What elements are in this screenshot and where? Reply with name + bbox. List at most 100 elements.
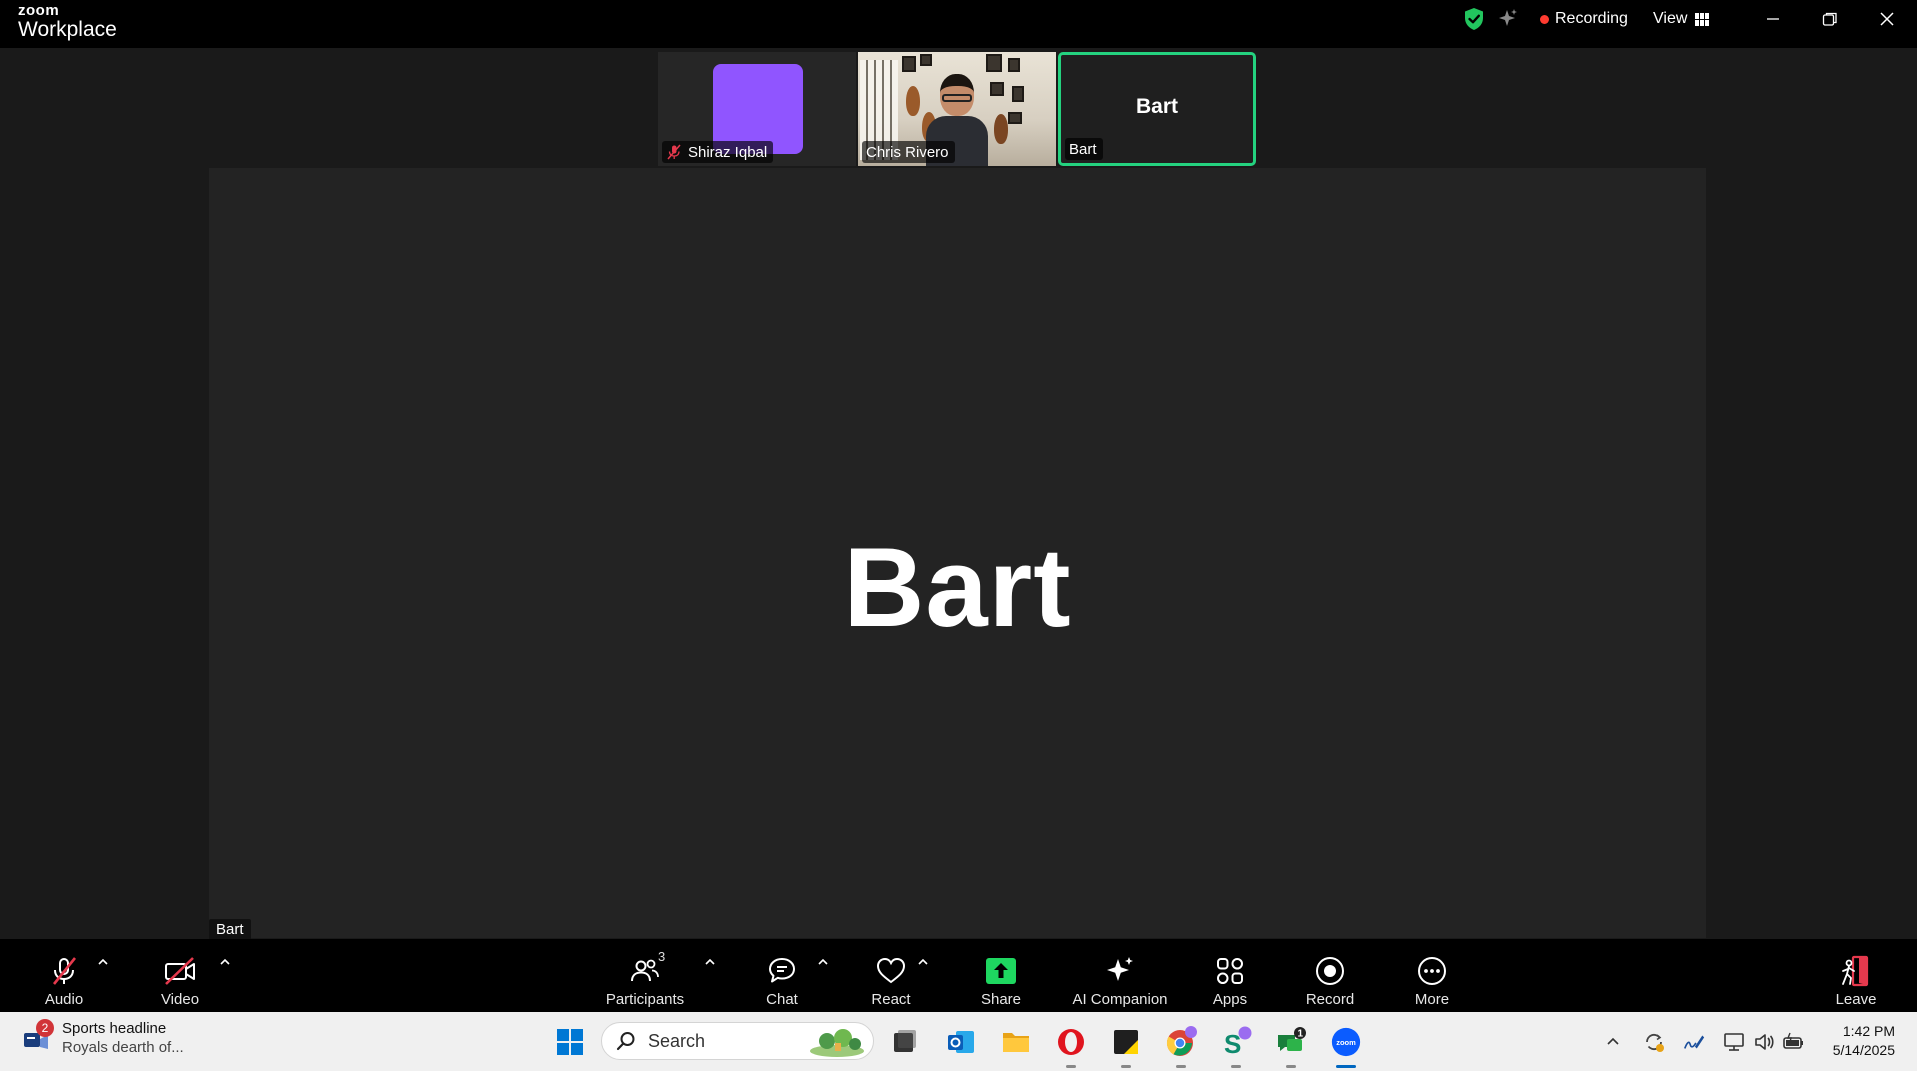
ai-companion-label: AI Companion xyxy=(1072,991,1168,1008)
outlook-app-button[interactable] xyxy=(945,1026,977,1058)
show-hidden-icons-button[interactable] xyxy=(1601,1030,1625,1054)
skype-icon: S xyxy=(1224,1026,1252,1058)
minimize-button[interactable] xyxy=(1753,4,1793,34)
more-button[interactable]: More xyxy=(1410,939,1454,1012)
ai-sparkle-icon[interactable] xyxy=(1497,8,1519,30)
record-button[interactable]: Record xyxy=(1302,939,1358,1012)
chat-options-chevron-up-icon[interactable] xyxy=(816,955,830,969)
participant-name: Bart xyxy=(1069,140,1097,158)
chrome-icon xyxy=(1166,1026,1197,1056)
title-bar: zoom Workplace Recording View xyxy=(0,0,1917,48)
chat-bubble-icon xyxy=(769,958,795,983)
participant-name: Chris Rivero xyxy=(866,143,949,161)
more-ellipsis-icon xyxy=(1418,957,1446,985)
opera-icon xyxy=(1058,1029,1084,1055)
search-highlight-illustration-icon xyxy=(810,1029,864,1057)
zoom-app-button[interactable]: zoom xyxy=(1330,1026,1362,1068)
meeting-stage: Shiraz Iqbal Chris Rivero Bart Bart Bart… xyxy=(0,48,1917,940)
news-subtitle: Royals dearth of... xyxy=(62,1039,184,1056)
folder-icon xyxy=(1003,1033,1029,1052)
share-button[interactable]: Share xyxy=(978,939,1024,1012)
restore-icon xyxy=(1822,12,1837,26)
audio-button[interactable]: Audio xyxy=(42,939,86,1012)
system-clock[interactable]: 1:42 PM 5/14/2025 xyxy=(1833,1022,1895,1060)
leave-door-icon xyxy=(1842,955,1869,987)
teams-chat-button[interactable]: 1 xyxy=(1275,1026,1307,1068)
battery-charging-icon xyxy=(1783,1032,1803,1049)
logo-zoom-text: zoom xyxy=(18,2,60,19)
restore-button[interactable] xyxy=(1810,4,1850,34)
security-shield-icon[interactable] xyxy=(1463,7,1485,31)
windows-taskbar: 2 Sports headline Royals dearth of... Se… xyxy=(0,1012,1917,1071)
apps-button[interactable]: Apps xyxy=(1208,939,1252,1012)
active-speaker-name: Bart xyxy=(843,525,1072,650)
taskbar-search-box[interactable]: Search xyxy=(601,1022,874,1060)
svg-text:zoom: zoom xyxy=(1336,1038,1356,1047)
running-indicator xyxy=(1176,1065,1186,1068)
video-options-chevron-up-icon[interactable] xyxy=(218,955,232,969)
leave-button[interactable]: Leave xyxy=(1834,939,1878,1012)
pen-handwriting-icon xyxy=(1683,1035,1705,1049)
opera-browser-button[interactable] xyxy=(1055,1026,1087,1068)
participants-icon xyxy=(631,959,659,982)
running-indicator xyxy=(1286,1065,1296,1068)
react-options-chevron-up-icon[interactable] xyxy=(916,955,930,969)
react-button[interactable]: React xyxy=(866,939,916,1012)
recording-indicator[interactable]: Recording xyxy=(1540,9,1628,29)
participant-tile-chris[interactable]: Chris Rivero xyxy=(858,52,1056,166)
chrome-browser-button[interactable] xyxy=(1165,1026,1197,1068)
running-indicator xyxy=(1121,1065,1131,1068)
audio-options-chevron-up-icon[interactable] xyxy=(96,955,110,969)
participants-count: 3 xyxy=(658,949,666,964)
participant-tile-bart[interactable]: Bart Bart xyxy=(1058,52,1256,166)
active-speaker-view: Bart Bart xyxy=(209,168,1706,940)
active-speaker-name-tag: Bart xyxy=(209,919,251,940)
ai-companion-button[interactable]: AI Companion xyxy=(1070,939,1170,1012)
search-placeholder: Search xyxy=(648,1030,706,1051)
participant-strip: Shiraz Iqbal Chris Rivero Bart Bart xyxy=(658,52,1256,166)
heart-react-icon xyxy=(876,957,906,984)
video-label: Video xyxy=(160,991,200,1008)
sync-tray-button[interactable] xyxy=(1642,1030,1666,1054)
zoom-workplace-logo: zoom Workplace xyxy=(18,3,117,40)
video-button[interactable]: Video xyxy=(158,939,202,1012)
logo-workplace-text: Workplace xyxy=(18,18,117,41)
volume-tray-button[interactable] xyxy=(1752,1030,1776,1054)
share-label: Share xyxy=(980,991,1022,1008)
recording-dot-icon xyxy=(1540,14,1549,24)
battery-tray-button[interactable] xyxy=(1782,1030,1806,1054)
close-window-button[interactable] xyxy=(1867,4,1907,34)
audio-label: Audio xyxy=(44,991,84,1008)
microphone-muted-icon xyxy=(52,957,77,985)
sticky-notes-icon xyxy=(1114,1030,1138,1054)
network-tray-button[interactable] xyxy=(1722,1030,1746,1054)
clock-date: 5/14/2025 xyxy=(1832,1042,1895,1058)
participant-tile-shiraz[interactable]: Shiraz Iqbal xyxy=(658,52,856,166)
network-monitor-icon xyxy=(1724,1033,1744,1051)
ai-companion-sparkle-icon xyxy=(1107,957,1133,981)
participants-options-chevron-up-icon[interactable] xyxy=(703,955,717,969)
participant-name-tag: Bart xyxy=(1065,138,1103,160)
participant-name-tag: Chris Rivero xyxy=(862,141,955,163)
skype-app-button[interactable]: S xyxy=(1220,1026,1252,1068)
chat-button[interactable]: Chat xyxy=(760,939,804,1012)
speaker-volume-icon xyxy=(1755,1034,1774,1050)
windows-start-button[interactable] xyxy=(554,1026,586,1058)
pen-tray-button[interactable] xyxy=(1682,1030,1706,1054)
task-view-button[interactable] xyxy=(889,1026,921,1058)
task-view-icon xyxy=(894,1030,916,1052)
file-explorer-button[interactable] xyxy=(1000,1026,1032,1058)
view-grid-icon xyxy=(1695,12,1710,26)
react-label: React xyxy=(871,991,911,1008)
view-button[interactable]: View xyxy=(1653,9,1710,29)
news-widget[interactable]: 2 Sports headline Royals dearth of... xyxy=(22,1019,184,1056)
participants-button[interactable]: 3 Participants xyxy=(600,939,690,1012)
clock-time: 1:42 PM xyxy=(1842,1023,1895,1039)
participants-label: Participants xyxy=(605,991,685,1008)
active-app-indicator xyxy=(1336,1065,1356,1068)
running-indicator xyxy=(1066,1065,1076,1068)
participant-name-tag: Shiraz Iqbal xyxy=(662,141,774,163)
sticky-notes-button[interactable] xyxy=(1110,1026,1142,1068)
news-title: Sports headline xyxy=(62,1020,167,1037)
teams-chat-icon: 1 xyxy=(1278,1027,1306,1051)
